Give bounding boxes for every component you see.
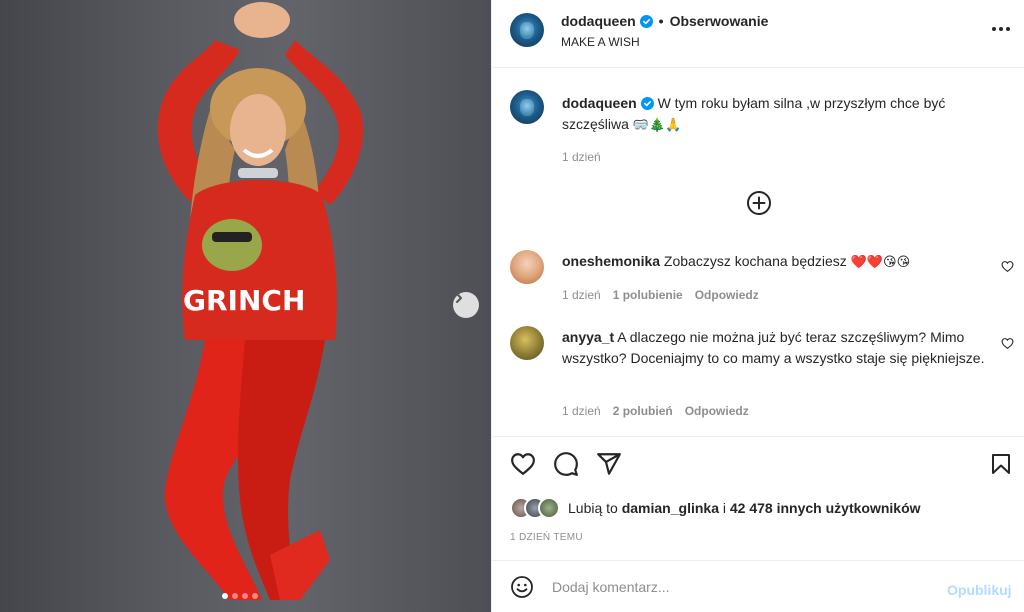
- more-icon-dot: [999, 27, 1003, 31]
- bookmark-icon[interactable]: [989, 451, 1013, 477]
- commenter-avatar[interactable]: [510, 326, 544, 360]
- caption-emojis: 🥽🎄🙏: [632, 118, 682, 133]
- comment-input[interactable]: [552, 574, 932, 600]
- caption-text: dodaqueen W tym roku byłam silna ,w przy…: [562, 93, 1002, 136]
- comment-time[interactable]: 1 dzień: [562, 288, 601, 302]
- commenter-avatar[interactable]: [510, 250, 544, 284]
- carousel-dot: [252, 593, 258, 599]
- heart-icon[interactable]: [510, 451, 536, 477]
- likes-count-link[interactable]: 42 478 innych użytkowników: [730, 500, 921, 516]
- carousel-dot: [242, 593, 248, 599]
- avatar[interactable]: [510, 13, 544, 47]
- comment-body: A dlaczego nie można już być teraz szczę…: [562, 329, 985, 366]
- avatar: [538, 497, 560, 519]
- post-timestamp[interactable]: 1 dzień temu: [510, 532, 583, 543]
- reply-button[interactable]: Odpowiedz: [685, 404, 749, 418]
- post-header: dodaqueen • Obserwowanie MAKE A WISH: [492, 0, 1024, 68]
- post-photo: GRINCH: [157, 2, 364, 600]
- carousel-dot: [232, 593, 238, 599]
- likes-summary: Lubią to damian_glinka i 42 478 innych u…: [510, 497, 921, 519]
- plus-circle-icon[interactable]: [746, 190, 772, 216]
- comment-username[interactable]: oneshemonika: [562, 253, 660, 269]
- sweater-text: GRINCH: [183, 284, 305, 317]
- post-media[interactable]: GRINCH: [0, 0, 491, 612]
- post-subtitle[interactable]: MAKE A WISH: [561, 35, 640, 49]
- heart-icon[interactable]: [1001, 260, 1014, 273]
- reply-button[interactable]: Odpowiedz: [695, 288, 759, 302]
- comment-meta: 1 dzień 1 polubienie Odpowiedz: [562, 288, 771, 302]
- more-icon: [992, 27, 996, 31]
- post-side-panel: dodaqueen • Obserwowanie MAKE A WISH dodaq…: [491, 0, 1024, 612]
- heart-icon[interactable]: [1001, 337, 1014, 350]
- carousel-next-button[interactable]: [453, 292, 479, 318]
- emoji-icon[interactable]: [510, 575, 534, 599]
- post-actions: Lubią to damian_glinka i 42 478 innych u…: [492, 436, 1024, 560]
- add-comment-bar: Opublikuj: [492, 560, 1024, 612]
- caption-meta: 1 dzień: [562, 150, 613, 164]
- carousel-indicator: [222, 593, 258, 599]
- more-icon-dot: [1006, 27, 1010, 31]
- following-button[interactable]: Obserwowanie: [670, 13, 769, 29]
- comment-body: Zobaczysz kochana będziesz: [663, 253, 847, 269]
- comment-username[interactable]: anyya_t: [562, 329, 614, 345]
- comment-text: anyya_t A dlaczego nie można już być ter…: [562, 327, 987, 369]
- carousel-dot: [222, 593, 228, 599]
- comment-time[interactable]: 1 dzień: [562, 404, 601, 418]
- caption-time[interactable]: 1 dzień: [562, 150, 601, 164]
- publish-button[interactable]: Opublikuj: [947, 582, 1012, 598]
- likes-connector: i: [722, 500, 726, 516]
- verified-icon: [640, 97, 654, 110]
- comment-emojis: ❤️❤️😘😘: [850, 255, 911, 270]
- caption-avatar[interactable]: [510, 90, 544, 124]
- comment-likes[interactable]: 2 polubień: [613, 404, 673, 418]
- liker-avatars[interactable]: [510, 497, 560, 519]
- header-user-row: dodaqueen • Obserwowanie: [561, 13, 768, 29]
- comment-icon[interactable]: [553, 451, 579, 477]
- username-link[interactable]: dodaqueen: [561, 13, 636, 29]
- separator-dot: •: [658, 13, 664, 29]
- likes-prefix: Lubią to: [568, 500, 618, 516]
- comment-meta: 1 dzień 2 polubień Odpowiedz: [562, 404, 761, 418]
- liker-username[interactable]: damian_glinka: [622, 500, 719, 516]
- chevron-right-icon: [456, 293, 462, 303]
- verified-icon: [639, 15, 653, 28]
- share-icon[interactable]: [596, 451, 622, 477]
- more-options-button[interactable]: [989, 21, 1013, 37]
- comment-likes[interactable]: 1 polubienie: [613, 288, 683, 302]
- comment-text: oneshemonika Zobaczysz kochana będziesz …: [562, 251, 992, 273]
- caption-username[interactable]: dodaqueen: [562, 95, 637, 111]
- instagram-post: GRINCH dodaqueen•Obserwowanie MAKE A W: [0, 0, 1024, 612]
